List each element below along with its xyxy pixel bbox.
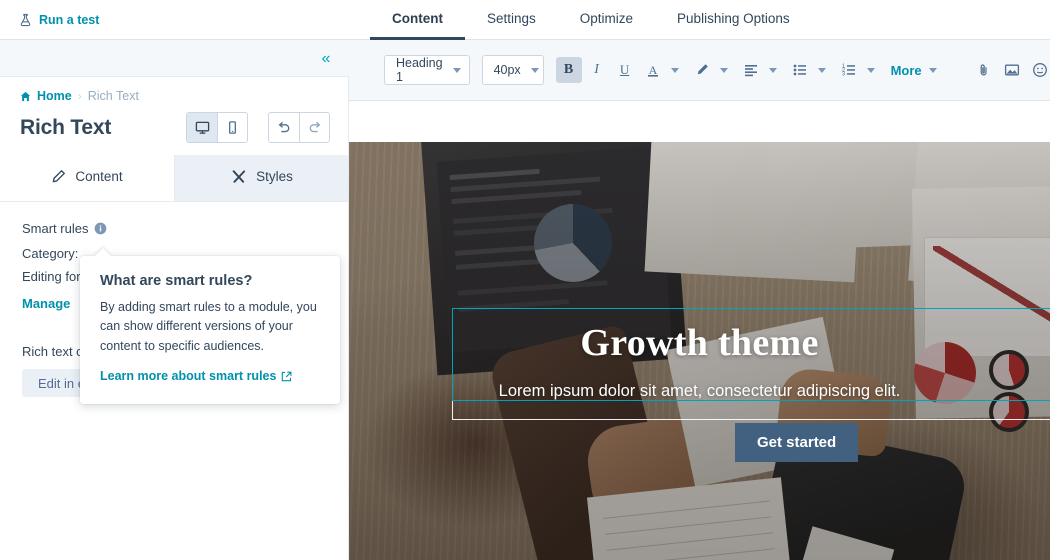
subheading-selection-outline[interactable] bbox=[452, 401, 1050, 420]
smart-rules-tooltip: What are smart rules? By adding smart ru… bbox=[80, 256, 340, 404]
hero-background-image: Growth theme Lorem ipsum dolor sit amet,… bbox=[349, 142, 1050, 560]
align-left-icon[interactable] bbox=[738, 57, 764, 83]
hero-heading[interactable]: Growth theme bbox=[349, 321, 1050, 365]
insert-group: Insert bbox=[971, 57, 1050, 83]
attachment-icon[interactable] bbox=[971, 57, 997, 83]
action-spacer bbox=[248, 112, 268, 143]
sidebar-title-row: Rich Text bbox=[0, 103, 348, 143]
svg-text:3: 3 bbox=[842, 72, 845, 78]
sidebar-tab-content[interactable]: Content bbox=[0, 155, 174, 201]
editor-toolbar: Heading 1 40px B I U A bbox=[349, 40, 1050, 101]
bold-label: B bbox=[564, 62, 573, 78]
tooltip-title: What are smart rules? bbox=[100, 273, 320, 289]
tab-settings-label: Settings bbox=[487, 11, 536, 26]
tab-content-label: Content bbox=[392, 11, 443, 26]
tab-settings[interactable]: Settings bbox=[465, 0, 558, 40]
chevron-double-left-icon[interactable]: « bbox=[313, 47, 339, 70]
redo-icon[interactable] bbox=[299, 113, 329, 142]
page-root: Run a test Content Settings Optimize Pub… bbox=[0, 0, 1050, 560]
font-color-icon[interactable]: A bbox=[640, 57, 666, 83]
hero-subheading[interactable]: Lorem ipsum dolor sit amet, consectetur … bbox=[349, 382, 1050, 401]
text-format-group: B I U A bbox=[556, 57, 738, 83]
smart-rules-row: Smart rules bbox=[0, 203, 349, 236]
more-label: More bbox=[891, 63, 922, 78]
heading-select-value: Heading 1 bbox=[396, 56, 443, 84]
emoji-icon[interactable] bbox=[1027, 57, 1050, 83]
chevron-down-icon bbox=[929, 68, 937, 73]
align-chevron-down-icon[interactable] bbox=[766, 57, 781, 83]
history-group bbox=[268, 112, 330, 143]
sidebar-tab-content-label: Content bbox=[75, 169, 122, 184]
highlighter-icon[interactable] bbox=[689, 57, 715, 83]
italic-button[interactable]: I bbox=[584, 57, 610, 83]
font-size-select[interactable]: 40px bbox=[482, 55, 544, 85]
sidebar-actions bbox=[186, 112, 348, 143]
undo-icon[interactable] bbox=[269, 113, 299, 142]
tooltip-link-label: Learn more about smart rules bbox=[100, 369, 276, 383]
svg-text:A: A bbox=[648, 63, 657, 77]
info-icon[interactable] bbox=[94, 222, 107, 235]
breadcrumb-current: Rich Text bbox=[88, 89, 139, 103]
tab-optimize[interactable]: Optimize bbox=[558, 0, 655, 40]
underline-button[interactable]: U bbox=[612, 57, 638, 83]
bullet-list-chevron-down-icon[interactable] bbox=[815, 57, 830, 83]
flask-icon bbox=[19, 13, 32, 27]
sidebar-tabs: Content Styles bbox=[0, 155, 349, 202]
sidebar-tab-styles[interactable]: Styles bbox=[174, 155, 349, 201]
bold-button[interactable]: B bbox=[556, 57, 582, 83]
bullet-list-icon[interactable] bbox=[787, 57, 813, 83]
desktop-icon[interactable] bbox=[187, 113, 217, 142]
more-dropdown[interactable]: More bbox=[885, 63, 943, 78]
heading-select[interactable]: Heading 1 bbox=[384, 55, 470, 85]
home-icon bbox=[20, 91, 31, 102]
mobile-icon[interactable] bbox=[217, 113, 247, 142]
numbered-list-chevron-down-icon[interactable] bbox=[864, 57, 879, 83]
underline-label: U bbox=[620, 62, 629, 78]
tab-publishing-options[interactable]: Publishing Options bbox=[655, 0, 812, 40]
tab-publishing-options-label: Publishing Options bbox=[677, 11, 790, 26]
highlighter-chevron-down-icon[interactable] bbox=[717, 57, 732, 83]
font-color-chevron-down-icon[interactable] bbox=[668, 57, 683, 83]
image-icon[interactable] bbox=[999, 57, 1025, 83]
preview-canvas[interactable]: Growth theme Lorem ipsum dolor sit amet,… bbox=[349, 101, 1050, 560]
breadcrumb: Home › Rich Text bbox=[0, 77, 348, 103]
page-title: Rich Text bbox=[20, 116, 111, 140]
pencil-icon bbox=[51, 169, 66, 184]
chevron-down-icon bbox=[453, 68, 461, 73]
smart-rules-label: Smart rules bbox=[22, 221, 88, 236]
device-toggle-group bbox=[186, 112, 248, 143]
tab-content[interactable]: Content bbox=[370, 0, 465, 40]
run-a-test-label: Run a test bbox=[39, 13, 99, 27]
breadcrumb-separator: › bbox=[78, 89, 82, 103]
chevron-down-icon bbox=[531, 68, 539, 73]
paragraph-group: 1 2 3 More bbox=[738, 57, 947, 83]
external-link-icon bbox=[281, 371, 292, 382]
top-bar: Run a test Content Settings Optimize Pub… bbox=[0, 0, 1050, 40]
font-size-select-value: 40px bbox=[494, 63, 521, 77]
breadcrumb-home-link[interactable]: Home bbox=[37, 89, 72, 103]
get-started-button[interactable]: Get started bbox=[735, 423, 858, 462]
italic-label: I bbox=[594, 62, 599, 78]
tooltip-body: By adding smart rules to a module, you c… bbox=[100, 298, 320, 356]
tab-optimize-label: Optimize bbox=[580, 11, 633, 26]
sidebar-collapse-strip: « bbox=[0, 40, 349, 77]
run-a-test-button[interactable]: Run a test bbox=[19, 13, 99, 27]
primary-tabs: Content Settings Optimize Publishing Opt… bbox=[370, 0, 812, 40]
sidebar-tab-styles-label: Styles bbox=[256, 169, 293, 184]
paintbrush-icon bbox=[231, 169, 247, 185]
numbered-list-icon[interactable]: 1 2 3 bbox=[836, 57, 862, 83]
tooltip-learn-more-link[interactable]: Learn more about smart rules bbox=[100, 369, 292, 383]
